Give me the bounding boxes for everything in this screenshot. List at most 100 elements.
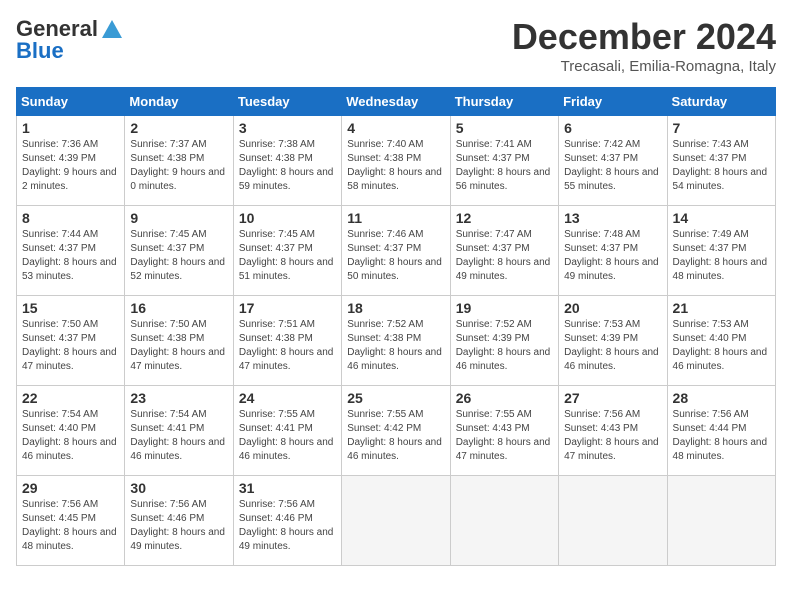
calendar-cell: 5 Sunrise: 7:41 AMSunset: 4:37 PMDaylight… — [450, 116, 558, 206]
cell-info: Sunrise: 7:46 AMSunset: 4:37 PMDaylight:… — [347, 228, 444, 284]
cell-info: Sunrise: 7:56 AMSunset: 4:46 PMDaylight:… — [239, 498, 336, 554]
day-number: 26 — [456, 390, 553, 406]
cell-info: Sunrise: 7:40 AMSunset: 4:38 PMDaylight:… — [347, 138, 444, 194]
day-number: 27 — [564, 390, 661, 406]
day-number: 13 — [564, 210, 661, 226]
day-number: 20 — [564, 300, 661, 316]
calendar-cell: 12Sunrise: 7:47 AMSunset: 4:37 PMDayligh… — [450, 206, 558, 296]
cell-info: Sunrise: 7:55 AMSunset: 4:41 PMDaylight:… — [239, 408, 336, 464]
calendar-cell: 11 Sunrise: 7:46 AMSunset: 4:37 PMDayligh… — [342, 206, 450, 296]
day-number: 31 — [239, 480, 336, 496]
weekday-header-tuesday: Tuesday — [233, 88, 341, 116]
week-row-5: 29 Sunrise: 7:56 AMSunset: 4:45 PMDayligh… — [17, 476, 776, 566]
weekday-header-wednesday: Wednesday — [342, 88, 450, 116]
calendar-cell — [559, 476, 667, 566]
calendar-cell: 29 Sunrise: 7:56 AMSunset: 4:45 PMDayligh… — [17, 476, 125, 566]
cell-info: Sunrise: 7:36 AMSunset: 4:39 PMDaylight:… — [22, 138, 119, 194]
week-row-3: 15Sunrise: 7:50 AMSunset: 4:37 PMDayligh… — [17, 296, 776, 386]
day-number: 25 — [347, 390, 444, 406]
day-number: 11 — [347, 210, 444, 226]
day-number: 24 — [239, 390, 336, 406]
calendar-cell: 23 Sunrise: 7:54 AMSunset: 4:41 PMDayligh… — [125, 386, 233, 476]
calendar-cell: 24 Sunrise: 7:55 AMSunset: 4:41 PMDayligh… — [233, 386, 341, 476]
cell-info: Sunrise: 7:56 AMSunset: 4:46 PMDaylight:… — [130, 498, 227, 554]
calendar-cell: 21 Sunrise: 7:53 AMSunset: 4:40 PMDayligh… — [667, 296, 775, 386]
cell-info: Sunrise: 7:55 AMSunset: 4:43 PMDaylight:… — [456, 408, 553, 464]
calendar-cell: 17Sunrise: 7:51 AMSunset: 4:38 PMDayligh… — [233, 296, 341, 386]
cell-info: Sunrise: 7:54 AMSunset: 4:41 PMDaylight:… — [130, 408, 227, 464]
day-number: 22 — [22, 390, 119, 406]
cell-info: Sunrise: 7:53 AMSunset: 4:40 PMDaylight:… — [673, 318, 770, 374]
day-number: 18 — [347, 300, 444, 316]
cell-info: Sunrise: 7:52 AMSunset: 4:39 PMDaylight:… — [456, 318, 553, 374]
day-number: 5 — [456, 120, 553, 136]
day-number: 29 — [22, 480, 119, 496]
calendar-cell: 9 Sunrise: 7:45 AMSunset: 4:37 PMDaylight… — [125, 206, 233, 296]
cell-info: Sunrise: 7:56 AMSunset: 4:44 PMDaylight:… — [673, 408, 770, 464]
calendar-cell: 19 Sunrise: 7:52 AMSunset: 4:39 PMDayligh… — [450, 296, 558, 386]
day-number: 7 — [673, 120, 770, 136]
cell-info: Sunrise: 7:45 AMSunset: 4:37 PMDaylight:… — [239, 228, 336, 284]
day-number: 9 — [130, 210, 227, 226]
calendar-cell: 31 Sunrise: 7:56 AMSunset: 4:46 PMDayligh… — [233, 476, 341, 566]
calendar-cell: 10Sunrise: 7:45 AMSunset: 4:37 PMDayligh… — [233, 206, 341, 296]
day-number: 4 — [347, 120, 444, 136]
calendar-cell — [667, 476, 775, 566]
cell-info: Sunrise: 7:41 AMSunset: 4:37 PMDaylight:… — [456, 138, 553, 194]
calendar-cell: 2Sunrise: 7:37 AMSunset: 4:38 PMDaylight… — [125, 116, 233, 206]
cell-info: Sunrise: 7:56 AMSunset: 4:45 PMDaylight:… — [22, 498, 119, 554]
cell-info: Sunrise: 7:42 AMSunset: 4:37 PMDaylight:… — [564, 138, 661, 194]
calendar-body: 1 Sunrise: 7:36 AMSunset: 4:39 PMDaylight… — [17, 116, 776, 566]
cell-info: Sunrise: 7:38 AMSunset: 4:38 PMDaylight:… — [239, 138, 336, 194]
calendar-cell: 16Sunrise: 7:50 AMSunset: 4:38 PMDayligh… — [125, 296, 233, 386]
calendar-cell: 1 Sunrise: 7:36 AMSunset: 4:39 PMDaylight… — [17, 116, 125, 206]
week-row-2: 8Sunrise: 7:44 AMSunset: 4:37 PMDaylight… — [17, 206, 776, 296]
day-number: 30 — [130, 480, 227, 496]
calendar-cell: 22Sunrise: 7:54 AMSunset: 4:40 PMDayligh… — [17, 386, 125, 476]
calendar-cell: 4 Sunrise: 7:40 AMSunset: 4:38 PMDaylight… — [342, 116, 450, 206]
logo: General Blue — [16, 16, 122, 64]
day-number: 6 — [564, 120, 661, 136]
weekday-header-sunday: Sunday — [17, 88, 125, 116]
cell-info: Sunrise: 7:45 AMSunset: 4:37 PMDaylight:… — [130, 228, 227, 284]
cell-info: Sunrise: 7:50 AMSunset: 4:37 PMDaylight:… — [22, 318, 119, 374]
month-title: December 2024 — [512, 16, 776, 58]
cell-info: Sunrise: 7:55 AMSunset: 4:42 PMDaylight:… — [347, 408, 444, 464]
day-number: 19 — [456, 300, 553, 316]
weekday-header-friday: Friday — [559, 88, 667, 116]
logo-icon — [102, 20, 122, 38]
logo-blue: Blue — [16, 38, 64, 64]
calendar-cell: 27Sunrise: 7:56 AMSunset: 4:43 PMDayligh… — [559, 386, 667, 476]
calendar-cell — [342, 476, 450, 566]
weekday-header-saturday: Saturday — [667, 88, 775, 116]
calendar-cell: 7 Sunrise: 7:43 AMSunset: 4:37 PMDaylight… — [667, 116, 775, 206]
calendar-cell: 6 Sunrise: 7:42 AMSunset: 4:37 PMDaylight… — [559, 116, 667, 206]
cell-info: Sunrise: 7:50 AMSunset: 4:38 PMDaylight:… — [130, 318, 227, 374]
day-number: 2 — [130, 120, 227, 136]
day-number: 12 — [456, 210, 553, 226]
title-block: December 2024 Trecasali, Emilia-Romagna,… — [512, 16, 776, 75]
calendar-cell: 28 Sunrise: 7:56 AMSunset: 4:44 PMDayligh… — [667, 386, 775, 476]
day-number: 21 — [673, 300, 770, 316]
week-row-1: 1 Sunrise: 7:36 AMSunset: 4:39 PMDaylight… — [17, 116, 776, 206]
day-number: 28 — [673, 390, 770, 406]
calendar-cell: 20 Sunrise: 7:53 AMSunset: 4:39 PMDayligh… — [559, 296, 667, 386]
cell-info: Sunrise: 7:49 AMSunset: 4:37 PMDaylight:… — [673, 228, 770, 284]
calendar-cell: 8Sunrise: 7:44 AMSunset: 4:37 PMDaylight… — [17, 206, 125, 296]
day-number: 17 — [239, 300, 336, 316]
cell-info: Sunrise: 7:52 AMSunset: 4:38 PMDaylight:… — [347, 318, 444, 374]
calendar-cell: 25 Sunrise: 7:55 AMSunset: 4:42 PMDayligh… — [342, 386, 450, 476]
cell-info: Sunrise: 7:48 AMSunset: 4:37 PMDaylight:… — [564, 228, 661, 284]
cell-info: Sunrise: 7:44 AMSunset: 4:37 PMDaylight:… — [22, 228, 119, 284]
calendar-cell: 14Sunrise: 7:49 AMSunset: 4:37 PMDayligh… — [667, 206, 775, 296]
weekday-header-monday: Monday — [125, 88, 233, 116]
location-subtitle: Trecasali, Emilia-Romagna, Italy — [512, 58, 776, 75]
page-header: General Blue December 2024 Trecasali, Em… — [16, 16, 776, 75]
day-number: 23 — [130, 390, 227, 406]
calendar-cell: 26 Sunrise: 7:55 AMSunset: 4:43 PMDayligh… — [450, 386, 558, 476]
day-number: 1 — [22, 120, 119, 136]
calendar-table: SundayMondayTuesdayWednesdayThursdayFrid… — [16, 87, 776, 566]
cell-info: Sunrise: 7:43 AMSunset: 4:37 PMDaylight:… — [673, 138, 770, 194]
cell-info: Sunrise: 7:53 AMSunset: 4:39 PMDaylight:… — [564, 318, 661, 374]
calendar-cell: 15Sunrise: 7:50 AMSunset: 4:37 PMDayligh… — [17, 296, 125, 386]
